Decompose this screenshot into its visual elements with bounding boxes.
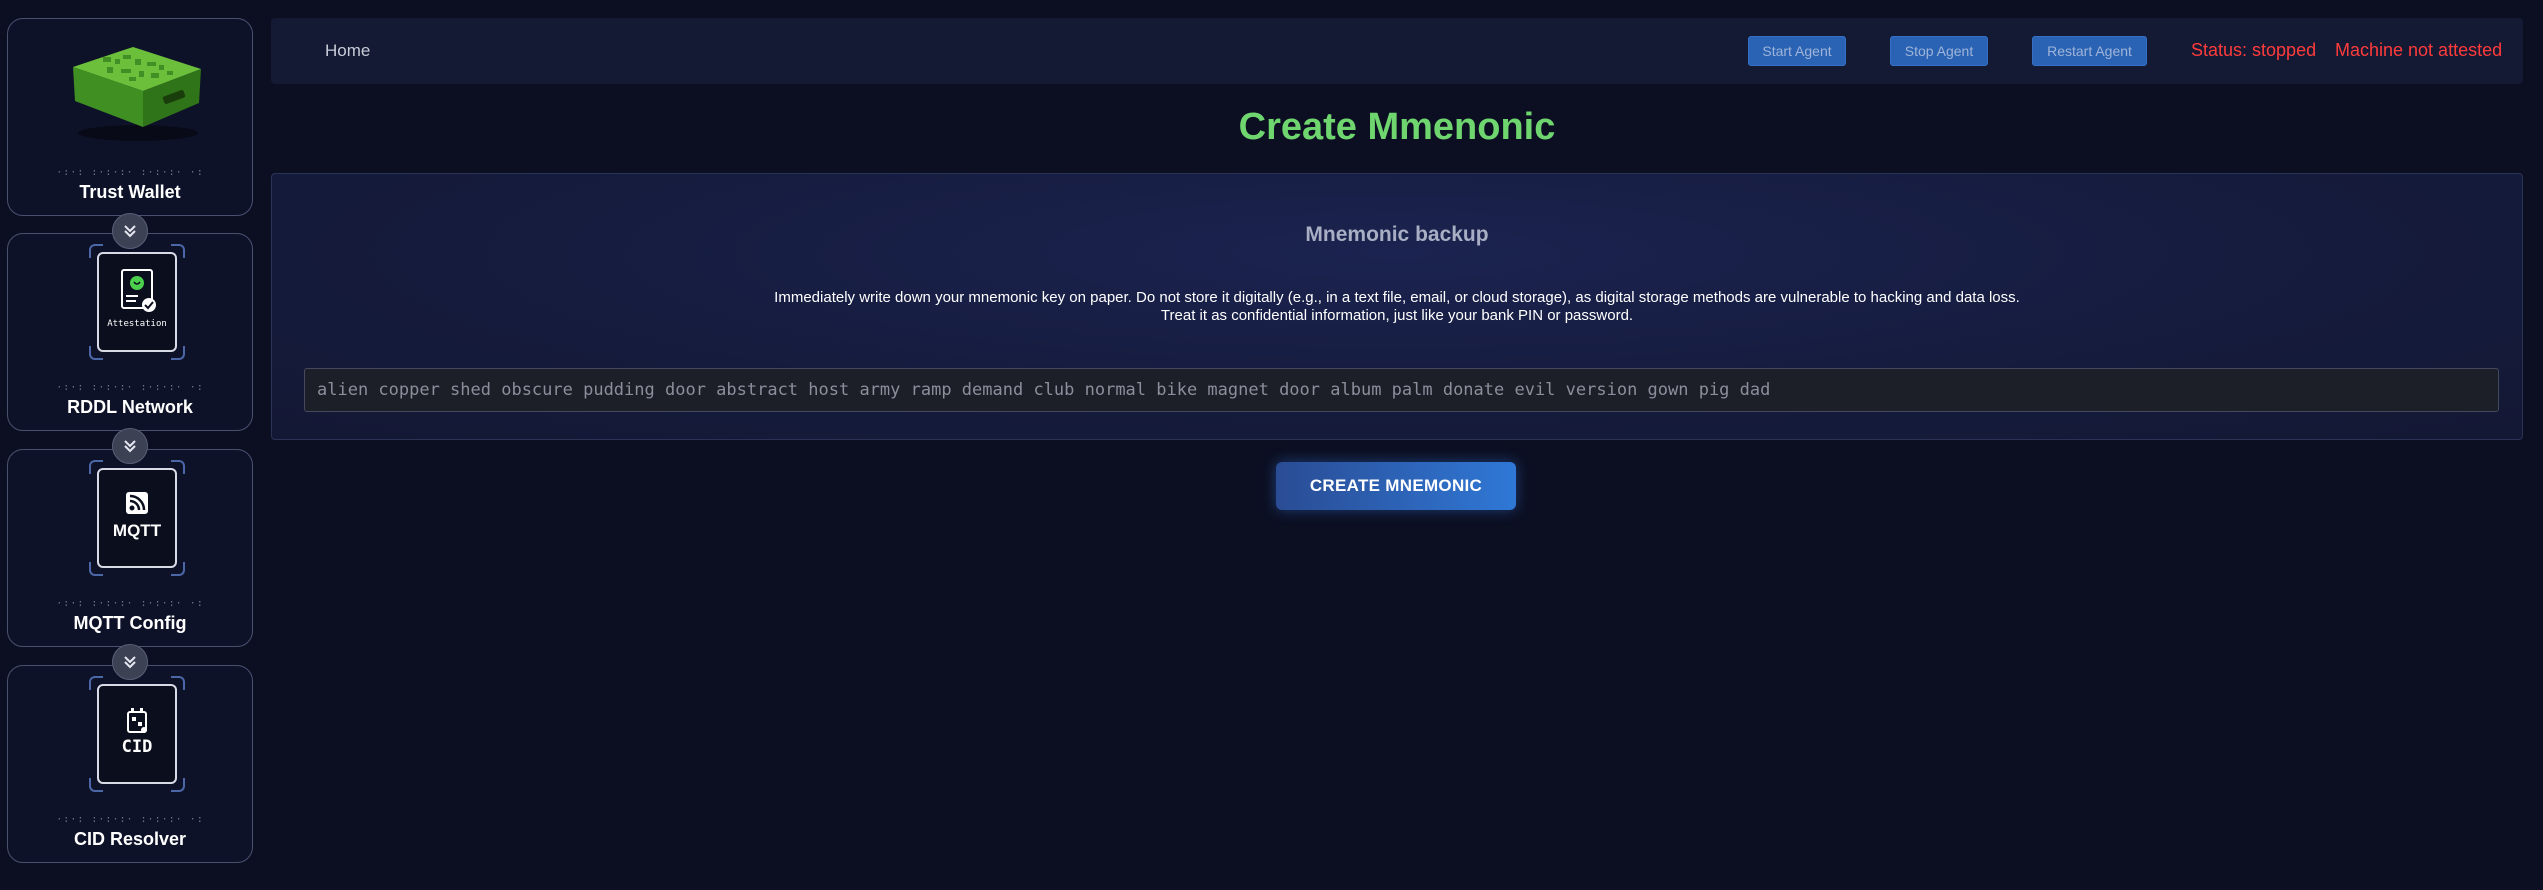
- chevron-down-icon[interactable]: [112, 428, 148, 464]
- sidebar-item-cid-resolver[interactable]: CID ·:·: :·:·:· :·:·:· ·: CID Resolver: [7, 665, 253, 863]
- sidebar: ·:·: :·:·:· :·:·:· ·: Trust Wallet Attes…: [0, 0, 265, 890]
- tile-text: Attestation: [107, 319, 167, 329]
- cid-icon: CID: [97, 684, 177, 784]
- tile-text: CID: [122, 737, 153, 757]
- top-navbar: Home Start Agent Stop Agent Restart Agen…: [271, 18, 2523, 84]
- sidebar-item-label: Trust Wallet: [79, 182, 181, 202]
- backup-warning-text: Immediately write down your mnemonic key…: [272, 289, 2522, 325]
- start-agent-button[interactable]: Start Agent: [1748, 36, 1846, 66]
- chevron-down-icon[interactable]: [112, 213, 148, 249]
- chevron-down-icon[interactable]: [112, 644, 148, 680]
- home-link[interactable]: Home: [325, 41, 370, 61]
- attestation-status-text: Machine not attested: [2335, 40, 2503, 60]
- mqtt-icon: MQTT: [97, 468, 177, 568]
- card-dots: ·:·: :·:·:· :·:·:· ·:: [56, 167, 204, 178]
- attestation-tile: Attestation: [89, 244, 185, 360]
- trust-wallet-device-icon: [63, 29, 213, 149]
- stop-agent-button[interactable]: Stop Agent: [1890, 36, 1988, 66]
- sidebar-item-rddl-network[interactable]: Attestation ·:·: :·:·:· :·:·:· ·: RDDL N…: [7, 233, 253, 431]
- agent-status-text: Status: stopped: [2191, 40, 2317, 60]
- mnemonic-field[interactable]: alien copper shed obscure pudding door a…: [304, 368, 2499, 412]
- mnemonic-backup-panel: Mnemonic backup Immediately write down y…: [271, 173, 2523, 440]
- sidebar-item-label: RDDL Network: [67, 397, 193, 417]
- card-dots: ·:·: :·:·:· :·:·:· ·:: [56, 814, 204, 825]
- page-title: Create Mmenonic: [1238, 106, 1556, 148]
- card-dots: ·:·: :·:·:· :·:·:· ·:: [56, 382, 204, 393]
- sidebar-item-label: MQTT Config: [73, 613, 187, 633]
- cid-tile: CID: [89, 676, 185, 792]
- warning-line-1: Immediately write down your mnemonic key…: [774, 289, 2020, 306]
- restart-agent-button[interactable]: Restart Agent: [2032, 36, 2147, 66]
- sidebar-item-label: CID Resolver: [73, 829, 187, 849]
- tile-text: MQTT: [113, 521, 162, 540]
- panel-title: Mnemonic backup: [1305, 223, 1489, 246]
- mqtt-tile: MQTT: [89, 460, 185, 576]
- create-mnemonic-button[interactable]: CREATE MNEMONIC: [1276, 462, 1516, 510]
- attestation-icon: Attestation: [97, 252, 177, 352]
- sidebar-item-trust-wallet[interactable]: ·:·: :·:·:· :·:·:· ·: Trust Wallet: [7, 18, 253, 216]
- warning-line-2: Treat it as confidential information, ju…: [1160, 307, 1634, 324]
- card-dots: ·:·: :·:·:· :·:·:· ·:: [56, 598, 204, 609]
- sidebar-item-mqtt-config[interactable]: MQTT ·:·: :·:·:· :·:·:· ·: MQTT Config: [7, 449, 253, 647]
